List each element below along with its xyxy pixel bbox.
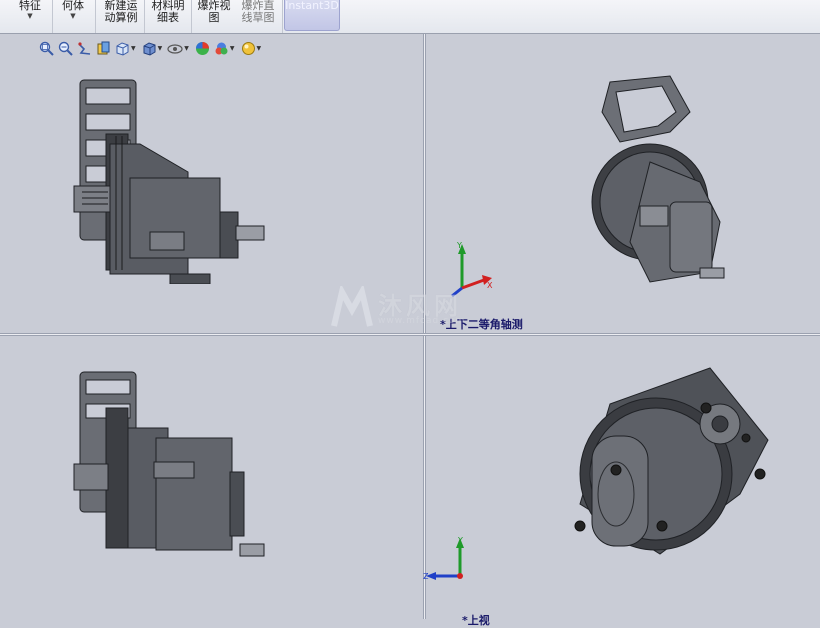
separator (52, 0, 53, 33)
geometry-label: 何体 (62, 0, 84, 12)
watermark-url: www.mfcad.com (378, 316, 466, 326)
chevron-down-icon[interactable]: ▼ (230, 45, 235, 52)
separator (191, 0, 192, 33)
previous-view-icon[interactable] (76, 40, 93, 57)
chevron-down-icon: ▼ (27, 12, 33, 20)
instant3d-button[interactable]: Instant3D (284, 0, 340, 31)
separator (95, 0, 96, 33)
new-motion-study-button[interactable]: 新建运 动算例 (100, 0, 142, 33)
watermark-logo-icon (331, 283, 373, 327)
triad-z-label: Z (423, 572, 429, 581)
command-manager: 特征 ▼ 何体 ▼ 新建运 动算例 材料明 细表 爆炸视 图 爆炸直 线草图 I… (0, 0, 820, 34)
watermark: 沐风网 www.mfcad.com (328, 283, 498, 336)
bom-label-2: 细表 (157, 11, 179, 24)
explode-line-sketch-button[interactable]: 爆炸直 线草图 (237, 0, 279, 33)
view-settings-icon[interactable] (240, 40, 257, 57)
separator (282, 0, 283, 33)
chevron-down-icon[interactable]: ▼ (158, 45, 163, 52)
chevron-down-icon: ▼ (70, 12, 76, 20)
zoom-to-area-icon[interactable] (57, 40, 74, 57)
top-view-model (570, 364, 780, 582)
feature-label: 特征 (19, 0, 41, 12)
separator (144, 0, 145, 33)
zoom-to-fit-icon[interactable] (38, 40, 55, 57)
triad-y-label: Y (457, 536, 463, 545)
right-view-model (70, 368, 280, 562)
instant3d-label: Instant3D (285, 0, 339, 12)
explode-line-sketch-label-2: 线草图 (241, 11, 275, 24)
display-style-icon[interactable] (141, 40, 158, 57)
geometry-button[interactable]: 何体 ▼ (56, 0, 90, 33)
exploded-view-label-2: 图 (208, 11, 220, 24)
hide-show-items-icon[interactable] (167, 40, 184, 57)
isometric-view-model (580, 72, 750, 316)
apply-scene-icon[interactable] (213, 40, 230, 57)
graphics-area[interactable]: ▼ ▼ ▼ ▼ ▼ *上下二等角轴测 Y X 沐风网 www.mfcad.com… (0, 34, 820, 627)
heads-up-view-toolbar: ▼ ▼ ▼ ▼ ▼ (38, 38, 264, 58)
front-view-model (70, 74, 280, 288)
feature-button[interactable]: 特征 ▼ (13, 0, 47, 33)
edit-appearance-icon[interactable] (194, 40, 211, 57)
view-orientation-icon[interactable] (114, 40, 131, 57)
coordinate-triad-bottom: Y Z (423, 536, 464, 581)
chevron-down-icon[interactable]: ▼ (257, 45, 262, 52)
chevron-down-icon[interactable]: ▼ (184, 45, 189, 52)
triad-y-label: Y (456, 241, 462, 250)
view-label-top: *上视 (462, 614, 490, 627)
chevron-down-icon[interactable]: ▼ (131, 45, 136, 52)
exploded-view-button[interactable]: 爆炸视 图 (194, 0, 234, 33)
bom-button[interactable]: 材料明 细表 (148, 0, 188, 33)
new-motion-study-label-2: 动算例 (104, 11, 138, 24)
section-view-icon[interactable] (95, 40, 112, 57)
